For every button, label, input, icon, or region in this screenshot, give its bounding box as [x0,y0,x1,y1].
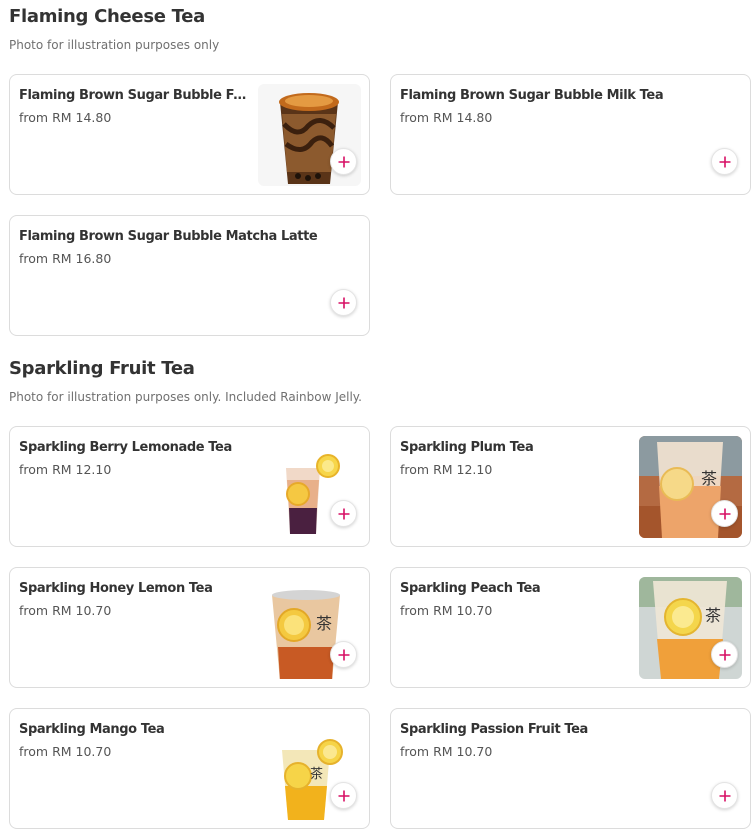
menu-item-price: from RM 12.10 [400,462,493,477]
svg-text:茶: 茶 [310,766,323,782]
menu-item-card[interactable]: Flaming Brown Sugar Bubble Fresh Milk fr… [9,74,370,195]
menu-item-price: from RM 10.70 [19,744,112,759]
menu-item-price: from RM 16.80 [19,251,112,266]
add-to-cart-button[interactable] [330,641,357,668]
menu-item-price: from RM 10.70 [400,744,493,759]
menu-item-name: Sparkling Passion Fruit Tea [400,722,588,737]
add-to-cart-button[interactable] [711,782,738,809]
add-to-cart-button[interactable] [330,500,357,527]
menu-item-name: Sparkling Honey Lemon Tea [19,581,213,596]
add-to-cart-button[interactable] [330,148,357,175]
plus-icon [338,649,349,660]
plus-icon [719,156,730,167]
menu-item-card[interactable]: Sparkling Mango Tea from RM 10.70 茶 [9,708,370,829]
menu-item-card[interactable]: Sparkling Honey Lemon Tea from RM 10.70 … [9,567,370,688]
add-to-cart-button[interactable] [330,782,357,809]
add-to-cart-button[interactable] [711,641,738,668]
menu-item-price: from RM 10.70 [400,603,493,618]
menu-item-name: Flaming Brown Sugar Bubble Milk Tea [400,88,664,103]
menu-item-price: from RM 14.80 [400,110,493,125]
add-to-cart-button[interactable] [711,500,738,527]
section-title-flaming-cheese-tea: Flaming Cheese Tea [9,6,205,27]
plus-icon [338,790,349,801]
menu-item-card[interactable]: Sparkling Plum Tea from RM 12.10 茶 [390,426,751,547]
plus-icon [719,508,730,519]
plus-icon [719,649,730,660]
svg-text:茶: 茶 [705,606,721,625]
menu-item-card[interactable]: Sparkling Peach Tea from RM 10.70 茶 [390,567,751,688]
menu-item-name: Sparkling Berry Lemonade Tea [19,440,232,455]
menu-item-name: Sparkling Mango Tea [19,722,165,737]
menu-item-price: from RM 12.10 [19,462,112,477]
plus-icon [338,156,349,167]
menu-item-card[interactable]: Sparkling Berry Lemonade Tea from RM 12.… [9,426,370,547]
menu-item-card[interactable]: Flaming Brown Sugar Bubble Matcha Latte … [9,215,370,336]
plus-icon [338,508,349,519]
menu-item-name: Flaming Brown Sugar Bubble Fresh Milk [19,88,249,103]
plus-icon [338,297,349,308]
plus-icon [719,790,730,801]
menu-item-price: from RM 14.80 [19,110,112,125]
section-title-sparkling-fruit-tea: Sparkling Fruit Tea [9,358,195,379]
svg-text:茶: 茶 [701,469,717,488]
menu-item-name: Sparkling Plum Tea [400,440,534,455]
add-to-cart-button[interactable] [330,289,357,316]
svg-text:茶: 茶 [316,614,332,633]
menu-item-name: Flaming Brown Sugar Bubble Matcha Latte [19,229,318,244]
menu-item-name: Sparkling Peach Tea [400,581,541,596]
menu-item-card[interactable]: Sparkling Passion Fruit Tea from RM 10.7… [390,708,751,829]
section-subtitle: Photo for illustration purposes only. In… [9,390,362,404]
menu-item-card[interactable]: Flaming Brown Sugar Bubble Milk Tea from… [390,74,751,195]
add-to-cart-button[interactable] [711,148,738,175]
section-subtitle: Photo for illustration purposes only [9,38,220,52]
menu-item-price: from RM 10.70 [19,603,112,618]
